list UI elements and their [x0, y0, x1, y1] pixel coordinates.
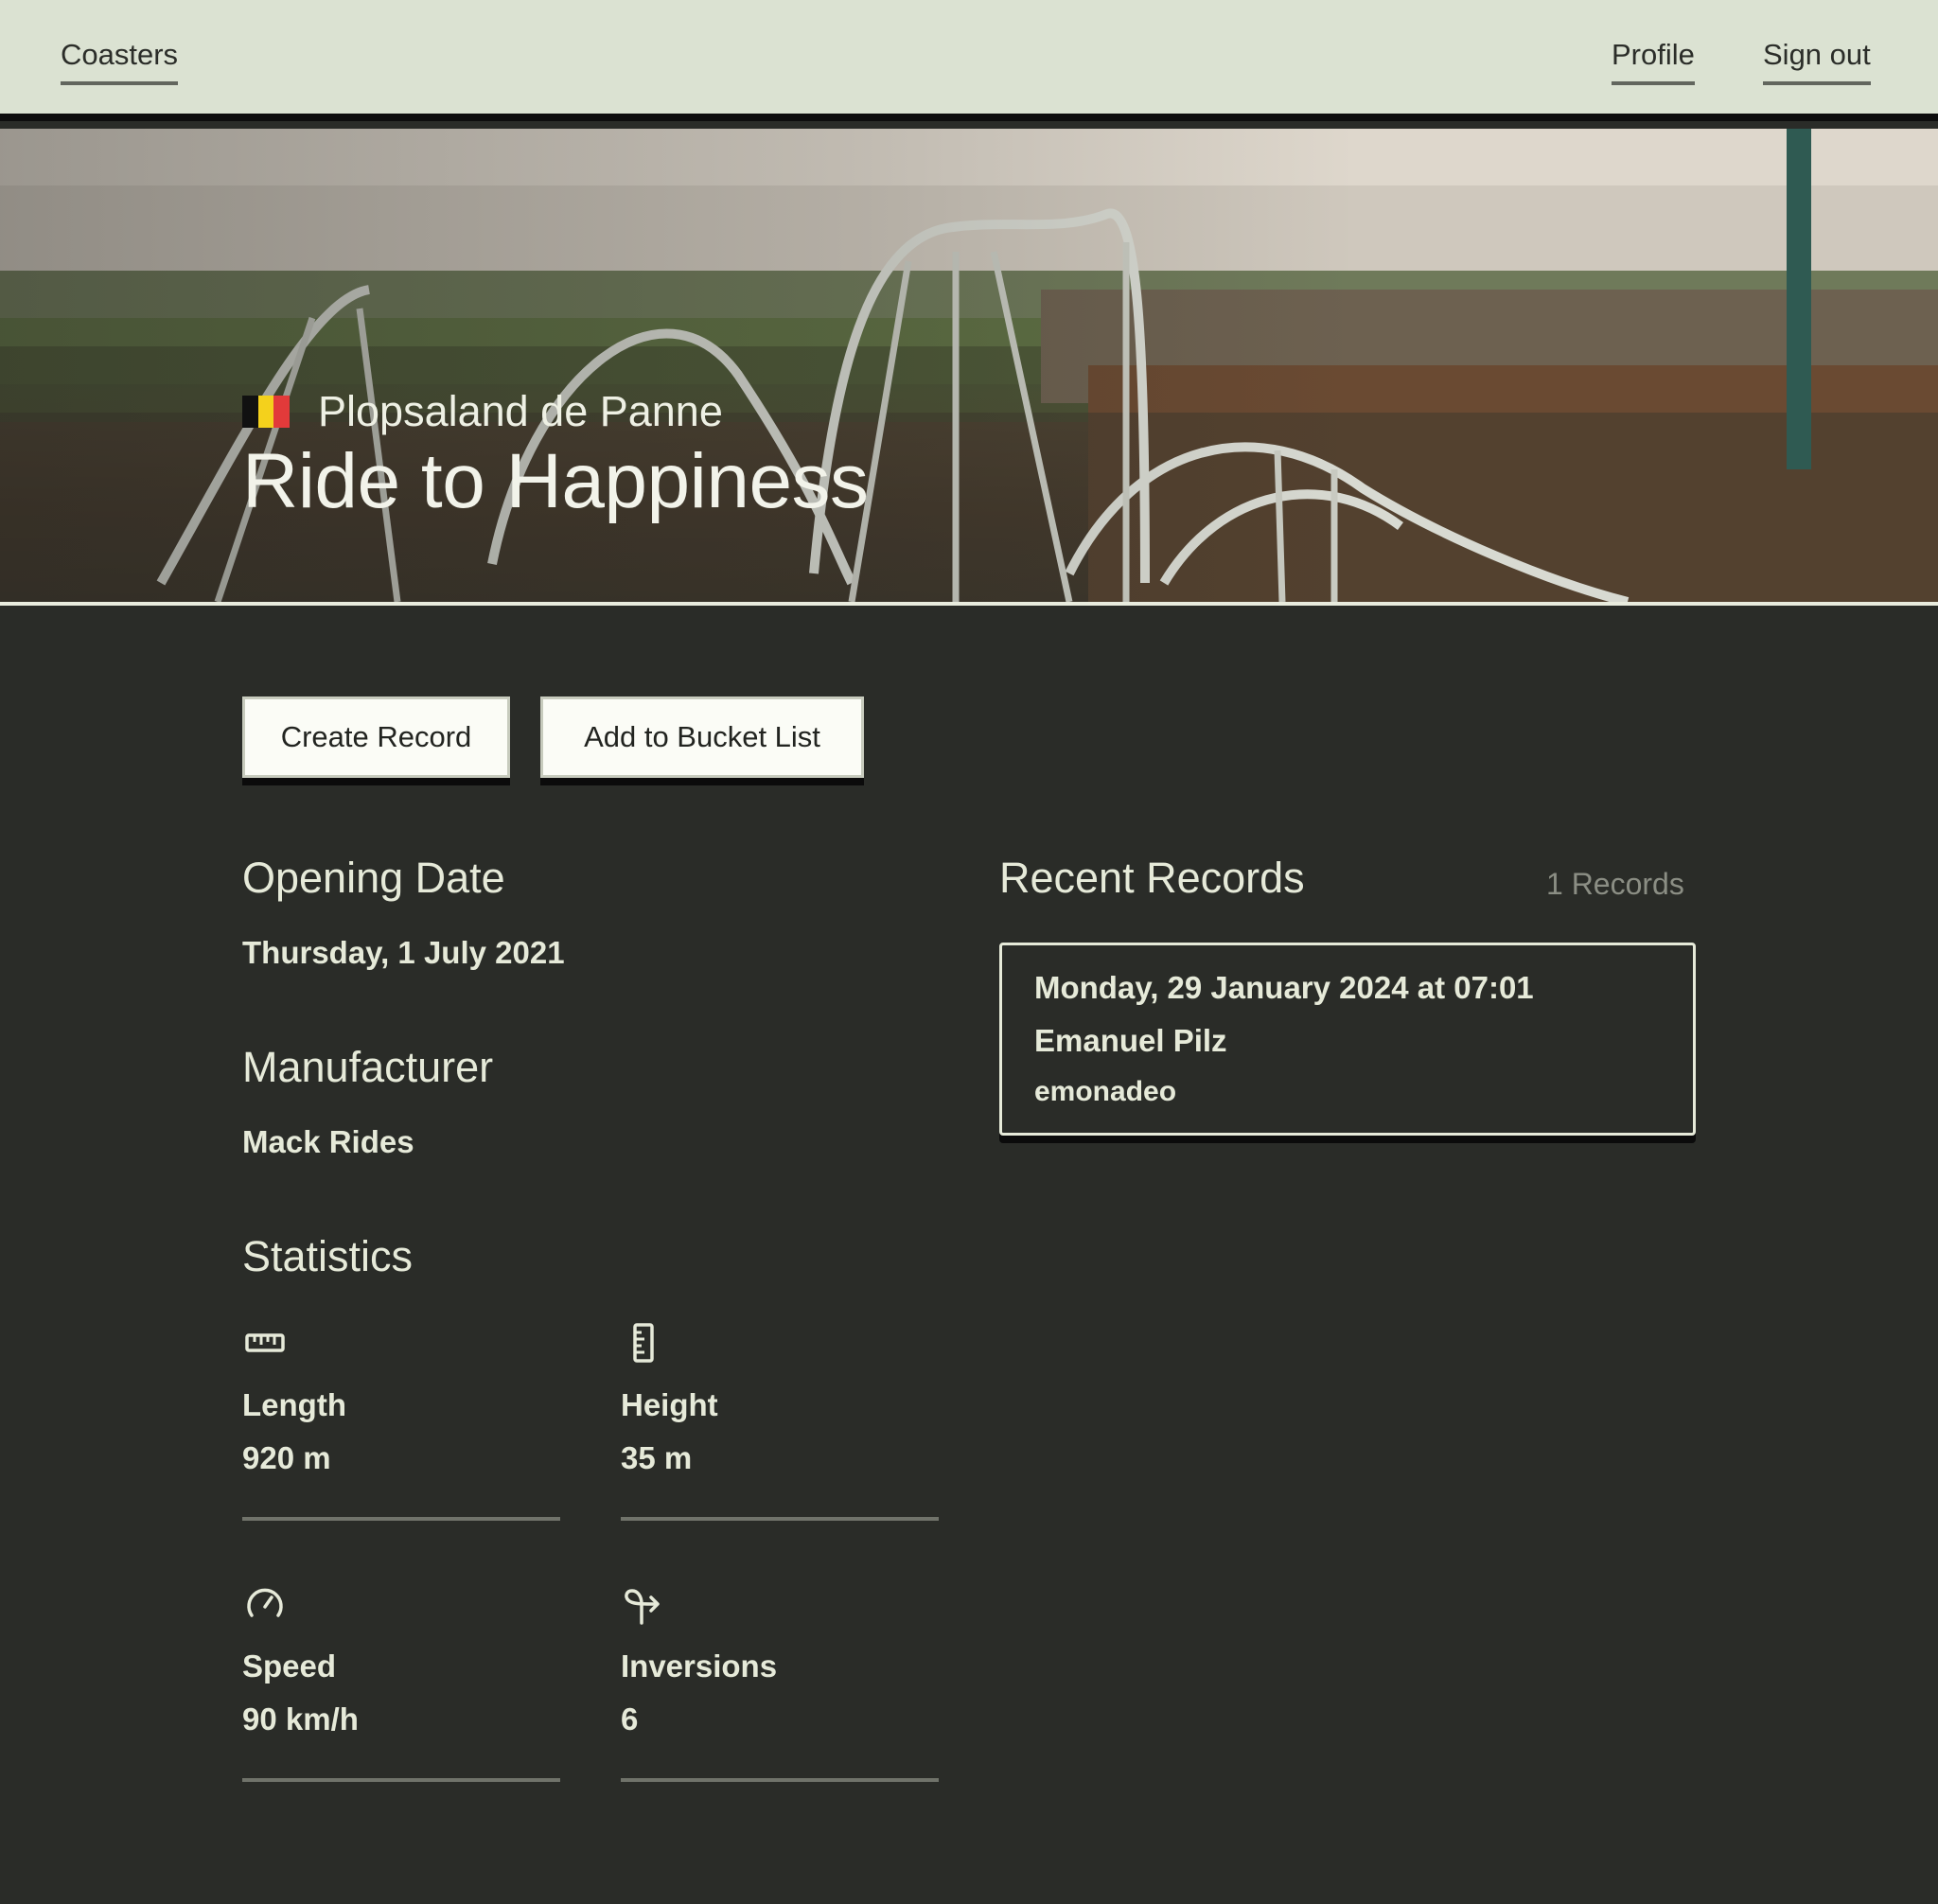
records-count: 1 Records: [1546, 867, 1684, 901]
recent-records-heading: Recent Records: [999, 854, 1305, 902]
stat-speed-value: 90 km/h: [242, 1701, 359, 1737]
statistics-heading: Statistics: [242, 1232, 414, 1280]
stat-divider: [621, 1517, 939, 1521]
hero-divider: [0, 602, 1938, 606]
nav-profile-link[interactable]: Profile: [1612, 36, 1695, 85]
ride-title: Ride to Happiness: [242, 438, 869, 524]
opening-date-value: Thursday, 1 July 2021: [242, 935, 565, 970]
speedometer-icon: [247, 1588, 283, 1617]
belgium-flag-icon: [242, 396, 291, 428]
nav-signout-link[interactable]: Sign out: [1763, 36, 1871, 85]
stat-length-label: Length: [242, 1387, 346, 1422]
stat-divider: [242, 1517, 560, 1521]
stat-divider: [621, 1778, 939, 1782]
stat-speed-label: Speed: [242, 1648, 337, 1684]
record-datetime: Monday, 29 January 2024 at 07:01: [1034, 970, 1534, 1005]
park-name[interactable]: Plopsaland de Panne: [318, 387, 723, 436]
add-to-bucket-list-button[interactable]: Add to Bucket List: [540, 696, 864, 778]
top-nav: Coasters Profile Sign out: [0, 0, 1938, 121]
stat-height-value: 35 m: [621, 1440, 693, 1475]
nav-coasters-link[interactable]: Coasters: [61, 36, 179, 85]
opening-date-heading: Opening Date: [242, 854, 505, 902]
ruler-vertical-icon: [633, 1323, 654, 1363]
loop-arrow-icon: [625, 1589, 660, 1625]
record-user-name: Emanuel Pilz: [1034, 1023, 1227, 1058]
stat-inversions-value: 6: [621, 1701, 639, 1737]
hero-banner: Plopsaland de Panne Ride to Happiness: [0, 129, 1938, 602]
stat-length-value: 920 m: [242, 1440, 331, 1475]
record-username: emonadeo: [1034, 1076, 1177, 1107]
manufacturer-value[interactable]: Mack Rides: [242, 1124, 414, 1160]
stat-height-label: Height: [621, 1387, 718, 1422]
stat-divider: [242, 1778, 560, 1782]
manufacturer-heading: Manufacturer: [242, 1043, 494, 1091]
create-record-button[interactable]: Create Record: [242, 696, 510, 778]
park-row: Plopsaland de Panne: [242, 383, 723, 440]
stat-inversions-label: Inversions: [621, 1648, 778, 1684]
record-card[interactable]: Monday, 29 January 2024 at 07:01 Emanuel…: [999, 943, 1696, 1136]
ruler-horizontal-icon: [245, 1333, 285, 1352]
